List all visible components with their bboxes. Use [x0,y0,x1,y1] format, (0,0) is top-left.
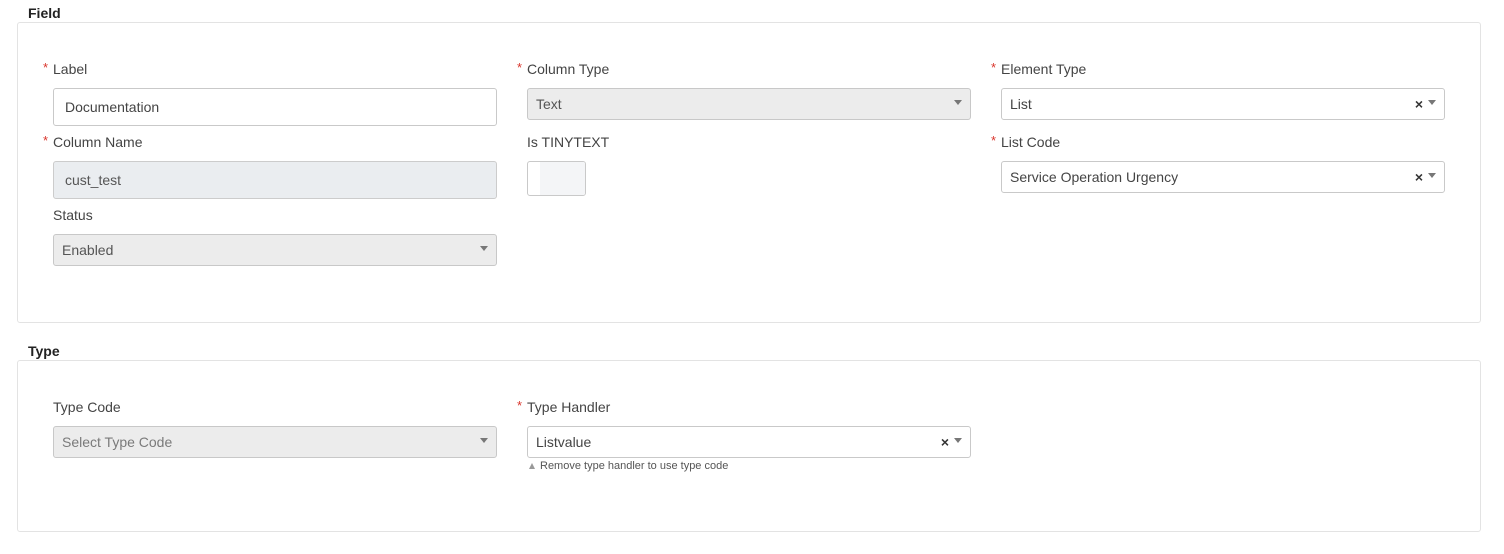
type-code-placeholder: Select Type Code [62,434,173,450]
chevron-down-icon[interactable] [1428,173,1436,178]
type-section-title: Type [28,343,60,359]
label-input[interactable]: Documentation [53,88,497,126]
status-label: Status [53,207,93,223]
type-handler-hint: Remove type handler to use type code [529,460,728,472]
type-handler-select[interactable]: Listvalue × [527,426,971,458]
status-select[interactable]: Enabled [53,234,497,266]
list-code-label: List Code [1001,134,1061,150]
type-code-label: Type Code [53,399,121,415]
column-name-label: Column Name [53,134,143,150]
required-marker: * [517,398,523,413]
type-code-select[interactable]: Select Type Code [53,426,497,458]
required-marker: * [991,133,997,148]
chevron-down-icon [954,100,962,105]
chevron-down-icon [480,246,488,251]
label-field-label: Label [53,61,88,77]
element-type-label: Element Type [1001,61,1087,77]
type-handler-hint-text: Remove type handler to use type code [540,460,729,472]
chevron-down-icon[interactable] [954,438,962,443]
clear-icon[interactable]: × [1415,97,1423,111]
status-value: Enabled [62,242,114,258]
required-marker: * [43,133,49,148]
label-input-value: Documentation [65,99,160,115]
clear-icon[interactable]: × [1415,170,1423,184]
column-type-select[interactable]: Text [527,88,971,120]
element-type-select[interactable]: List × [1001,88,1445,120]
column-name-input[interactable]: cust_test [53,161,497,199]
is-tinytext-toggle[interactable] [527,161,586,196]
is-tinytext-label: Is TINYTEXT [527,134,610,150]
warning-triangle-icon [529,463,535,469]
required-marker: * [991,60,997,75]
toggle-knob [540,162,585,195]
chevron-down-icon[interactable] [1428,100,1436,105]
column-type-label: Column Type [527,61,610,77]
type-handler-value: Listvalue [536,434,592,450]
column-type-value: Text [536,96,562,112]
field-section-title: Field [28,5,61,21]
list-code-select[interactable]: Service Operation Urgency × [1001,161,1445,193]
required-marker: * [43,60,49,75]
element-type-value: List [1010,96,1032,112]
column-name-value: cust_test [65,172,122,188]
clear-icon[interactable]: × [941,435,949,449]
type-handler-label: Type Handler [527,399,611,415]
list-code-value: Service Operation Urgency [1010,169,1179,185]
chevron-down-icon [480,438,488,443]
required-marker: * [517,60,523,75]
